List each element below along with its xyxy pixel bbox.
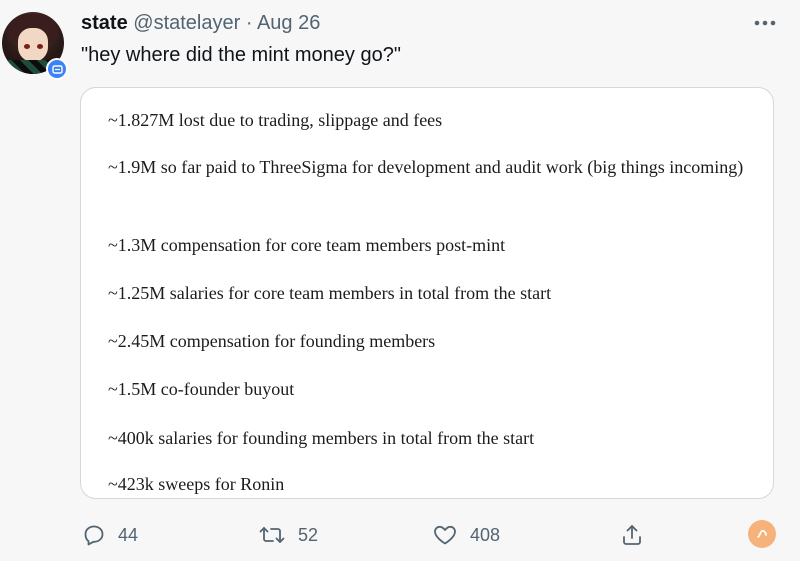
share-button[interactable] bbox=[620, 515, 644, 555]
separator-dot: · bbox=[245, 12, 253, 34]
author-handle[interactable]: @statelayer bbox=[133, 12, 240, 34]
share-icon bbox=[620, 523, 644, 547]
card-item: ~400k salaries for founding members in t… bbox=[108, 428, 535, 448]
like-button[interactable]: 408 bbox=[432, 515, 500, 555]
heart-icon bbox=[432, 523, 458, 547]
card-item: ~1.25M salaries for core team members in… bbox=[108, 283, 552, 303]
card-item: ~1.3M compensation for core team members… bbox=[108, 235, 506, 255]
tweet-date[interactable]: Aug 26 bbox=[257, 12, 320, 34]
author-name[interactable]: state bbox=[81, 12, 128, 34]
app-logo-icon bbox=[748, 520, 776, 548]
card-item: ~423k sweeps for Ronin bbox=[108, 474, 285, 494]
retweet-button[interactable]: 52 bbox=[258, 515, 318, 555]
retweet-count: 52 bbox=[298, 524, 319, 545]
more-horizontal-icon[interactable] bbox=[750, 12, 780, 34]
action-bar: 44 52 408 bbox=[0, 515, 800, 555]
reply-icon bbox=[82, 523, 106, 547]
card-item: ~1.5M co-founder buyout bbox=[108, 379, 295, 399]
like-count: 408 bbox=[470, 524, 501, 545]
card-item: ~1.9M so far paid to ThreeSigma for deve… bbox=[108, 157, 744, 177]
tweet-header: state @statelayer · Aug 26 bbox=[81, 12, 320, 35]
retweet-icon bbox=[258, 523, 286, 547]
tweet: state @statelayer · Aug 26 "hey where di… bbox=[0, 0, 800, 561]
tweet-text: "hey where did the mint money go?" bbox=[81, 44, 401, 66]
verified-badge-icon bbox=[46, 58, 68, 80]
reply-count: 44 bbox=[118, 524, 139, 545]
quoted-card[interactable]: ~1.827M lost due to trading, slippage an… bbox=[80, 87, 774, 499]
card-item: ~1.827M lost due to trading, slippage an… bbox=[108, 110, 443, 130]
reply-button[interactable]: 44 bbox=[82, 515, 138, 555]
card-item: ~2.45M compensation for founding members bbox=[108, 331, 436, 351]
